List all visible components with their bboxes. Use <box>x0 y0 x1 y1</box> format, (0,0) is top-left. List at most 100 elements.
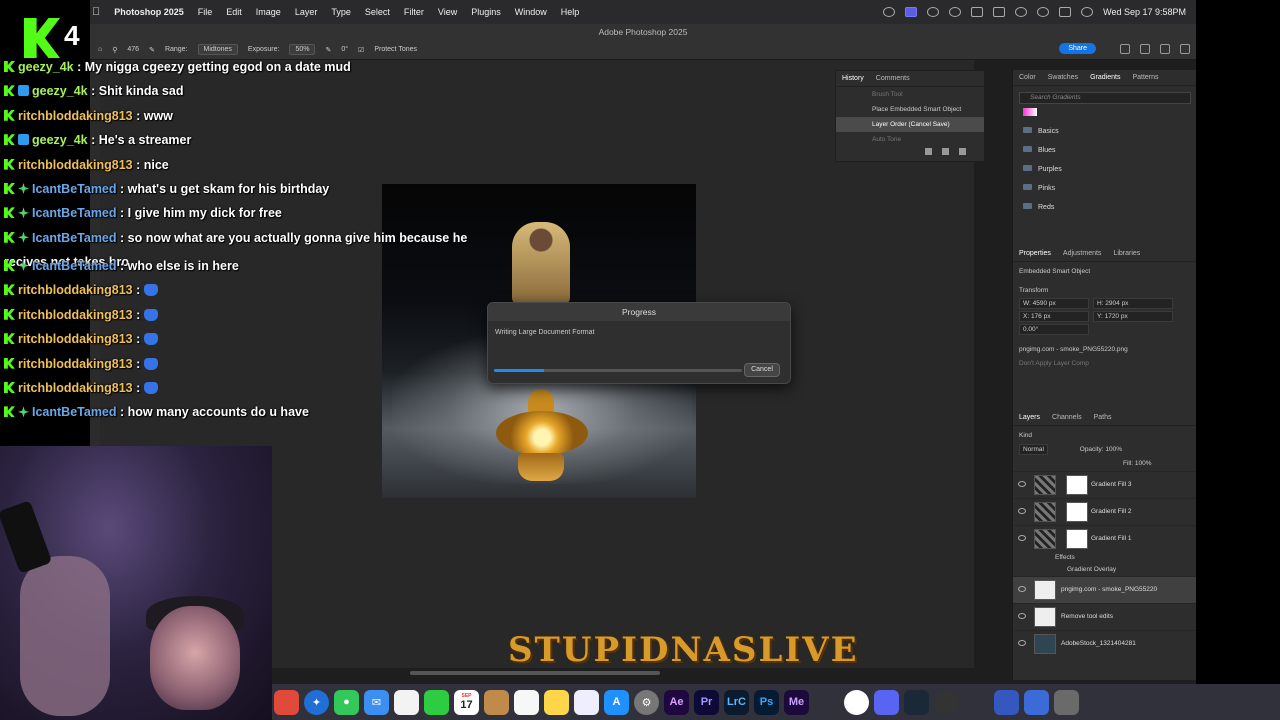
eye-icon[interactable] <box>1018 508 1026 514</box>
notifications-icon[interactable] <box>1120 44 1130 54</box>
trash-icon[interactable] <box>959 148 966 155</box>
notes-icon[interactable] <box>544 689 569 715</box>
trash-icon[interactable] <box>1054 689 1079 715</box>
recent-gradient-swatch[interactable] <box>1023 108 1037 116</box>
downloads-stack-icon[interactable] <box>994 689 1019 715</box>
reminders-icon[interactable] <box>514 689 539 715</box>
chat-username[interactable]: ritchbloddaking813 <box>18 332 133 346</box>
photos-icon[interactable] <box>394 689 419 715</box>
chat-username[interactable]: IcantBeTamed <box>32 259 117 273</box>
media-encoder-icon[interactable]: Me <box>784 689 809 715</box>
exposure-field[interactable]: 50% <box>289 44 316 55</box>
discord-icon[interactable] <box>874 689 899 715</box>
menu-window[interactable]: Window <box>515 7 547 17</box>
eye-icon[interactable] <box>1018 535 1026 541</box>
obs-icon[interactable] <box>934 689 959 715</box>
gradient-folder-purples[interactable]: Purples <box>1013 160 1197 179</box>
search-icon[interactable] <box>1140 44 1150 54</box>
apple-menu-icon[interactable]:  <box>92 6 100 18</box>
gradient-search-input[interactable]: Search Gradients <box>1019 92 1191 104</box>
menu-select[interactable]: Select <box>365 7 390 17</box>
siri-icon[interactable] <box>1081 7 1094 17</box>
tab-patterns[interactable]: Patterns <box>1132 74 1158 81</box>
chat-username[interactable]: ritchbloddaking813 <box>18 283 133 297</box>
chat-username[interactable]: ritchbloddaking813 <box>18 308 133 322</box>
share-button[interactable]: Share <box>1059 43 1096 54</box>
discover-icon[interactable] <box>1160 44 1170 54</box>
menu-file[interactable]: File <box>198 7 213 17</box>
angle-field[interactable]: 0° <box>341 46 348 53</box>
chat-username[interactable]: geezy_4k <box>18 60 74 74</box>
chat-username[interactable]: geezy_4k <box>32 133 88 147</box>
tab-comments[interactable]: Comments <box>876 75 910 82</box>
height-field[interactable]: H: 2904 px <box>1093 298 1173 309</box>
airbrush-icon[interactable]: ✎ <box>325 46 331 54</box>
brush-size-readout[interactable]: 476 <box>127 46 139 53</box>
workspace-icon[interactable] <box>1180 44 1190 54</box>
eye-icon[interactable] <box>1018 481 1026 487</box>
notes-app-icon[interactable] <box>484 689 509 715</box>
dodge-tool-icon[interactable]: ⚲ <box>112 46 117 54</box>
tab-layers[interactable]: Layers <box>1019 414 1040 421</box>
layer-filter-kind[interactable]: Kind <box>1013 429 1197 443</box>
lightroom-classic-icon[interactable]: LrC <box>724 689 749 715</box>
layer-row-background-stock[interactable]: AdobeStock_1321404281 <box>1013 630 1197 657</box>
chat-username[interactable]: geezy_4k <box>32 84 88 98</box>
menu-view[interactable]: View <box>438 7 457 17</box>
sync-status-icon[interactable] <box>883 7 896 17</box>
messages-icon[interactable]: ● <box>334 689 359 715</box>
eye-icon[interactable] <box>1018 640 1026 646</box>
creative-cloud-icon[interactable] <box>927 7 940 17</box>
app-store-icon[interactable]: A <box>604 689 629 715</box>
effects-row[interactable]: Effects <box>1013 552 1197 564</box>
gradient-overlay-row[interactable]: Gradient Overlay <box>1013 564 1197 576</box>
layer-comp-select[interactable]: Don't Apply Layer Comp <box>1013 357 1197 371</box>
tab-channels[interactable]: Channels <box>1052 414 1082 421</box>
blend-mode-select[interactable]: Normal <box>1019 444 1048 455</box>
after-effects-icon[interactable]: Ae <box>664 689 689 715</box>
new-snapshot-icon[interactable] <box>925 148 932 155</box>
fill-field[interactable]: 100% <box>1135 460 1152 467</box>
history-row[interactable]: Brush Tool <box>836 87 984 102</box>
chat-username[interactable]: IcantBeTamed <box>32 231 117 245</box>
tab-color[interactable]: Color <box>1019 74 1036 81</box>
chrome-status-icon[interactable] <box>949 7 962 17</box>
display-icon[interactable] <box>971 7 984 17</box>
screen-record-icon[interactable] <box>905 7 918 17</box>
facetime-icon[interactable] <box>424 689 449 715</box>
tab-adjustments[interactable]: Adjustments <box>1063 250 1102 257</box>
photoshop-icon[interactable]: Ps <box>754 689 779 715</box>
tab-swatches[interactable]: Swatches <box>1048 74 1078 81</box>
mail-icon[interactable]: ✉ <box>364 689 389 715</box>
menu-plugins[interactable]: Plugins <box>471 7 501 17</box>
gradient-folder-pinks[interactable]: Pinks <box>1013 179 1197 198</box>
chat-username[interactable]: ritchbloddaking813 <box>18 158 133 172</box>
system-settings-icon[interactable]: ⚙ <box>634 689 659 715</box>
range-select[interactable]: Midtones <box>197 44 238 55</box>
calendar-icon[interactable]: SEP 17 <box>454 689 479 715</box>
camera-icon[interactable] <box>942 148 949 155</box>
menu-filter[interactable]: Filter <box>404 7 424 17</box>
y-field[interactable]: Y: 1720 px <box>1093 311 1173 322</box>
tab-history[interactable]: History <box>842 75 864 82</box>
menu-image[interactable]: Image <box>256 7 281 17</box>
protect-tones-checkbox[interactable]: ☑ <box>358 46 364 54</box>
menu-type[interactable]: Type <box>331 7 351 17</box>
horizontal-scrollbar[interactable] <box>410 671 660 675</box>
gradient-folder-blues[interactable]: Blues <box>1013 141 1197 160</box>
app-menu[interactable]: Photoshop 2025 <box>114 7 184 17</box>
layer-row-remove-tool-edits[interactable]: Remove tool edits <box>1013 603 1197 630</box>
layer-row-smoke[interactable]: pngimg.com - smoke_PNG55220 <box>1013 576 1197 603</box>
layer-row-gradient-fill-2[interactable]: Gradient Fill 2 <box>1013 498 1197 525</box>
history-row-selected[interactable]: Layer Order (Cancel Save) <box>836 117 984 132</box>
width-field[interactable]: W: 4590 px <box>1019 298 1089 309</box>
menu-layer[interactable]: Layer <box>295 7 318 17</box>
home-icon[interactable]: ⌂ <box>98 46 102 53</box>
x-field[interactable]: X: 176 px <box>1019 311 1089 322</box>
angle-field[interactable]: 0.00° <box>1019 324 1089 335</box>
premiere-icon[interactable]: Pr <box>694 689 719 715</box>
cancel-button[interactable]: Cancel <box>744 363 780 377</box>
history-row[interactable]: Place Embedded Smart Object <box>836 102 984 117</box>
brush-settings-icon[interactable]: ✎ <box>149 46 155 54</box>
chat-username[interactable]: ritchbloddaking813 <box>18 357 133 371</box>
